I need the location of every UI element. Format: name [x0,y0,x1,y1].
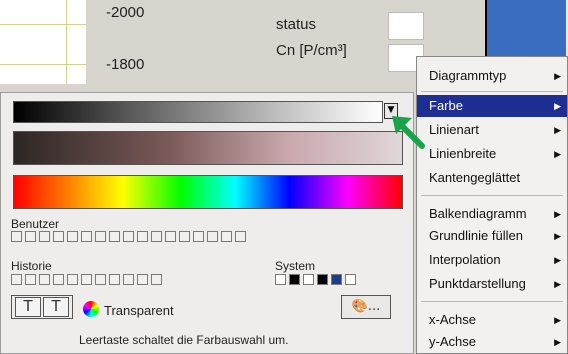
color-swatch[interactable] [179,231,190,242]
hue-gradient[interactable] [13,175,403,209]
submenu-arrow-icon: ▶ [554,209,561,219]
submenu-arrow-icon: ▶ [554,101,561,111]
menu-item-linienbreite[interactable]: Linienbreite ▶ [417,143,567,165]
palette-more-button[interactable]: 🎨... [341,295,391,319]
menu-item-label: Diagrammtyp [429,68,507,83]
graph-plot-area [0,0,86,84]
color-swatch[interactable] [345,274,356,285]
submenu-arrow-icon: ▶ [554,255,561,265]
color-swatch[interactable] [53,231,64,242]
color-swatch[interactable] [317,274,328,285]
menu-separator [421,195,563,196]
axis-value-label: -1800 [106,56,145,73]
color-wheel-icon[interactable] [83,301,99,317]
menu-item-label: Balkendiagramm [429,206,527,221]
cn-label: Cn [P/cm³] [276,42,347,59]
menu-item-grundlinie-fuellen[interactable]: Grundlinie füllen ▶ [417,225,567,247]
grayscale-gradient[interactable] [13,101,383,123]
color-swatch[interactable] [193,231,204,242]
color-swatch[interactable] [303,274,314,285]
menu-item-y-achse[interactable]: y-Achse ▶ [417,331,567,353]
menu-separator [421,301,563,302]
transparent-option[interactable]: Transparent [104,303,174,318]
submenu-arrow-icon: ▶ [554,231,561,241]
green-arrow-icon [392,116,425,149]
graph-grid-line [66,0,67,84]
color-swatch[interactable] [165,231,176,242]
text-color-button[interactable]: T [43,297,69,317]
color-swatch[interactable] [81,231,92,242]
color-swatch[interactable] [11,231,22,242]
menu-item-label: Grundlinie füllen [429,228,523,243]
color-picker-panel: ▼ Benutzer Historie System T T Transpare… [0,92,414,354]
color-swatch[interactable] [207,231,218,242]
menu-item-label: Farbe [429,98,463,113]
color-swatch[interactable] [221,231,232,242]
menu-item-label: x-Achse [429,312,476,327]
color-swatch[interactable] [109,274,120,285]
color-swatch[interactable] [25,274,36,285]
color-swatch[interactable] [53,274,64,285]
color-swatch[interactable] [39,231,50,242]
menu-item-label: Punktdarstellung [429,276,526,291]
user-color-swatches [11,231,246,242]
color-swatch[interactable] [81,274,92,285]
menu-item-balkendiagramm[interactable]: Balkendiagramm ▶ [417,203,567,225]
menu-item-label: y-Achse [429,334,476,349]
menu-item-x-achse[interactable]: x-Achse ▶ [417,309,567,331]
system-color-swatches [275,274,356,285]
color-swatch[interactable] [95,274,106,285]
menu-item-interpolation[interactable]: Interpolation ▶ [417,249,567,271]
menu-separator [421,91,563,92]
color-swatch[interactable] [123,231,134,242]
submenu-arrow-icon: ▶ [554,71,561,81]
menu-item-kantengeglaettet[interactable]: Kantengeglättet [417,167,567,189]
color-swatch[interactable] [235,231,246,242]
submenu-arrow-icon: ▶ [554,149,561,159]
color-swatch[interactable] [289,274,300,285]
submenu-arrow-icon: ▶ [554,279,561,289]
menu-item-diagrammtyp[interactable]: Diagrammtyp ▶ [417,65,567,87]
color-swatch[interactable] [137,231,148,242]
color-swatch[interactable] [151,231,162,242]
hint-text: Leertaste schaltet die Farbauswahl um. [79,333,289,347]
menu-item-label: Linienbreite [429,146,497,161]
menu-item-farbe[interactable]: Farbe ▶ [417,95,567,117]
color-swatch[interactable] [67,231,78,242]
color-swatch[interactable] [25,231,36,242]
tone-gradient[interactable] [13,131,403,165]
color-swatch[interactable] [137,274,148,285]
text-color-button[interactable]: T [15,297,41,317]
color-swatch[interactable] [67,274,78,285]
history-label: Historie [11,259,52,273]
history-color-swatches [11,274,162,285]
color-swatch[interactable] [331,274,342,285]
axis-value-label: -2000 [106,4,145,21]
status-indicator[interactable] [388,12,424,40]
submenu-arrow-icon: ▶ [554,337,561,347]
system-colors-label: System [275,259,316,273]
color-swatch[interactable] [95,231,106,242]
palette-more-label: ... [367,299,381,314]
color-swatch[interactable] [109,231,120,242]
status-label: status [276,16,317,33]
graph-grid-line [0,64,86,65]
menu-item-label: Interpolation [429,252,501,267]
color-swatch[interactable] [275,274,286,285]
color-swatch[interactable] [11,274,22,285]
color-swatch[interactable] [123,274,134,285]
graph-grid-line [0,24,86,25]
user-colors-label: Benutzer [11,217,60,231]
menu-item-linienart[interactable]: Linienart ▶ [417,119,567,141]
menu-item-label: Kantengeglättet [429,170,521,185]
menu-item-punktdarstellung[interactable]: Punktdarstellung ▶ [417,273,567,295]
context-menu: Diagrammtyp ▶ Farbe ▶ Linienart ▶ Linienbre… [416,56,568,354]
menu-item-label: Linienart [429,122,479,137]
submenu-arrow-icon: ▶ [554,315,561,325]
color-swatch[interactable] [39,274,50,285]
color-swatch[interactable] [151,274,162,285]
submenu-arrow-icon: ▶ [554,125,561,135]
